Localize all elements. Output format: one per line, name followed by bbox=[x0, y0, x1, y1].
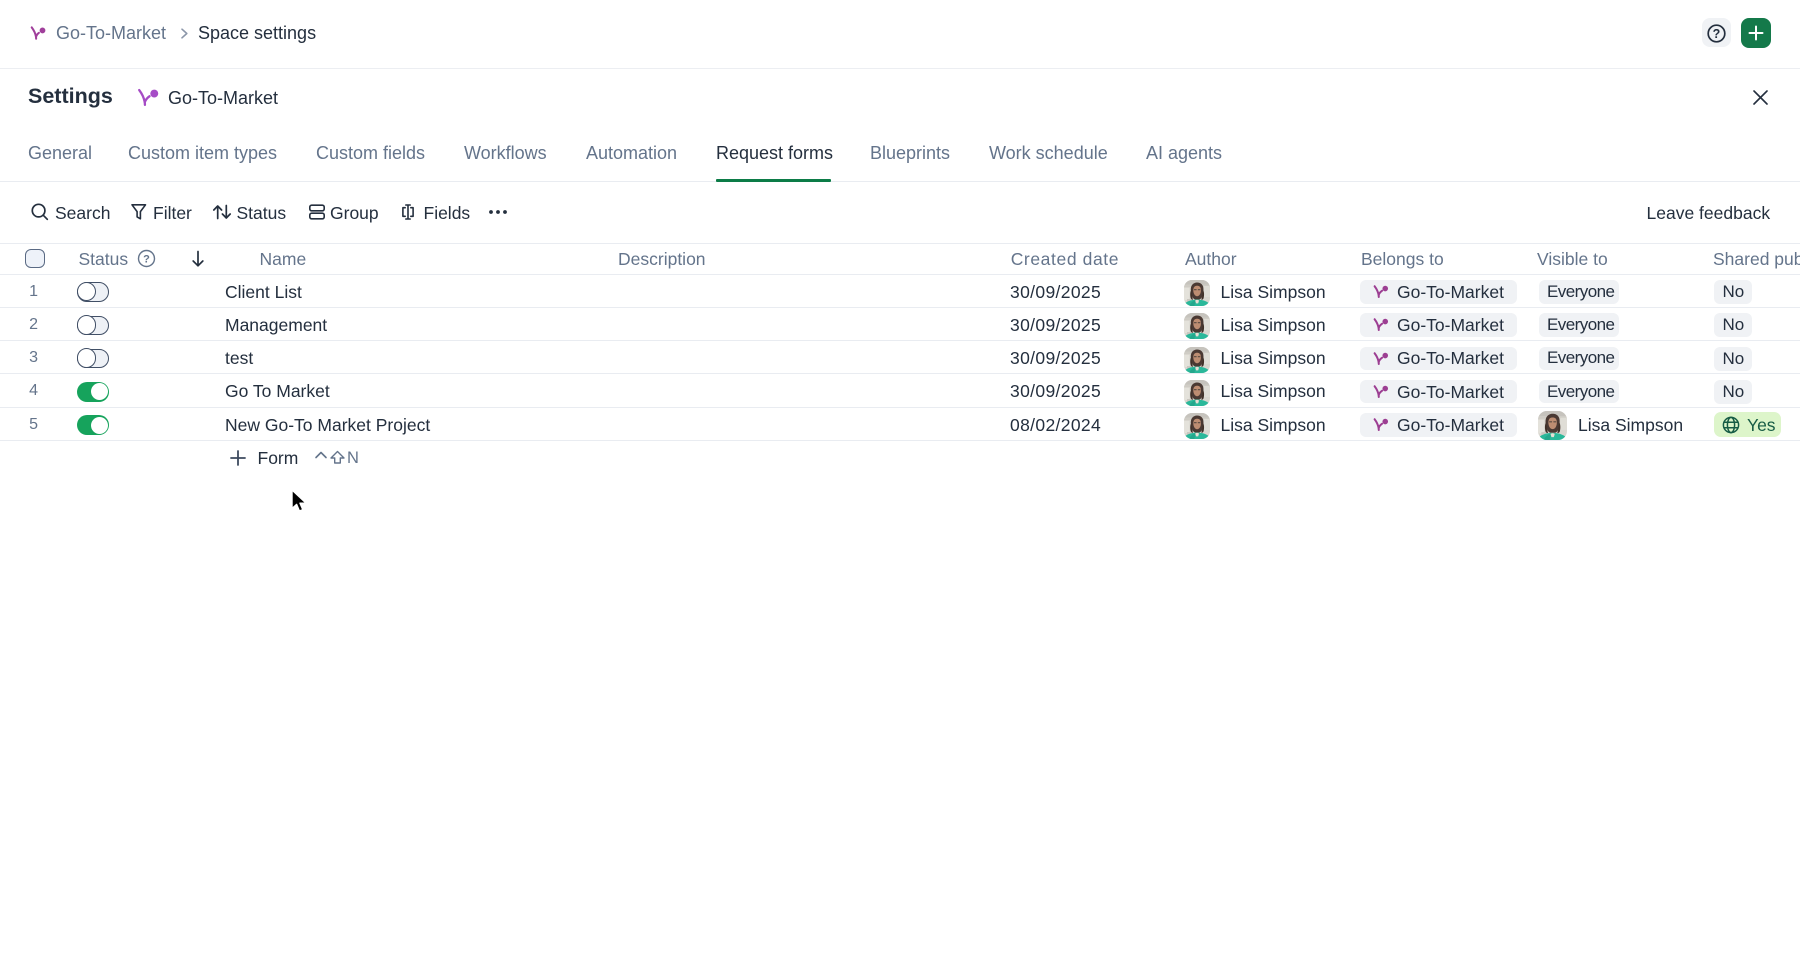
svg-text:N: N bbox=[347, 449, 359, 466]
svg-text:?: ? bbox=[1713, 27, 1721, 41]
svg-text:?: ? bbox=[143, 253, 150, 265]
